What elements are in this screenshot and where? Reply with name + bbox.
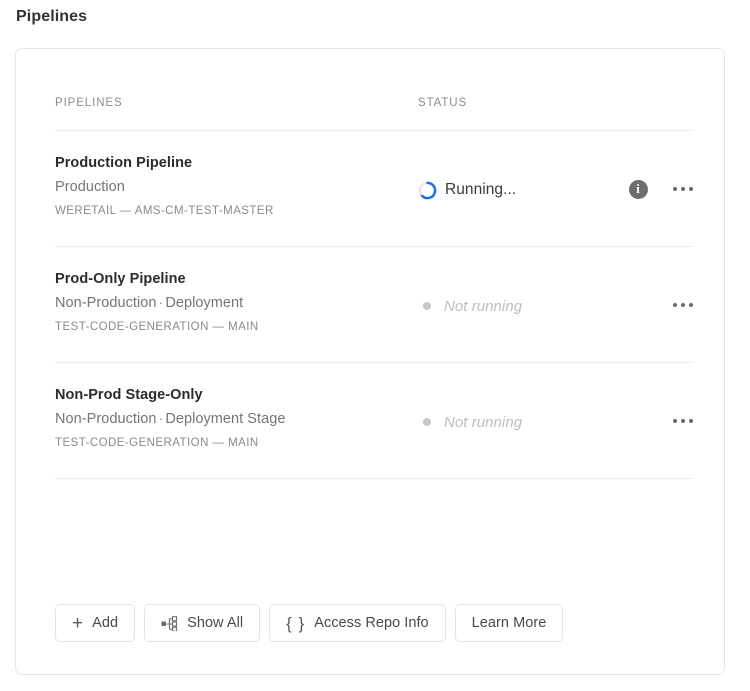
access-repo-info-button[interactable]: { } Access Repo Info	[269, 604, 446, 642]
show-all-button[interactable]: Show All	[144, 604, 261, 642]
status-dot-icon	[423, 302, 431, 310]
curly-braces-icon: { }	[286, 613, 306, 633]
spinner-icon	[418, 181, 437, 199]
pipeline-environment: Non-Production	[55, 295, 157, 311]
status-label: Running...	[445, 181, 517, 198]
table-row[interactable]: Non-Prod Stage-Only Non-Production · Deplo…	[55, 363, 694, 479]
learn-more-button-label: Learn More	[471, 615, 547, 631]
pipeline-subtitle: Non-Production · Deployment Stage	[55, 411, 405, 427]
pipeline-info: Non-Prod Stage-Only Non-Production · Deplo…	[55, 363, 405, 449]
row-actions	[672, 293, 695, 317]
pipeline-repo: WERETAIL — AMS-CM-TEST-MASTER	[55, 205, 274, 217]
subtitle-separator: ·	[158, 411, 164, 427]
pipeline-info: Prod-Only Pipeline Non-Production · Deploy…	[55, 247, 405, 333]
pipeline-subtitle: Non-Production · Deployment	[55, 295, 405, 311]
pipeline-environment: Non-Production	[55, 411, 157, 427]
more-options-icon[interactable]	[672, 415, 695, 428]
pipelines-card: PIPELINES STATUS Production Pipeline Pro…	[15, 48, 725, 675]
pipeline-name: Non-Prod Stage-Only	[55, 387, 203, 403]
pipeline-repo: TEST-CODE-GENERATION — MAIN	[55, 437, 259, 449]
status-dot-icon	[423, 418, 431, 426]
info-icon[interactable]: i	[628, 179, 648, 199]
status-label: Not running	[444, 297, 523, 315]
table-header-row: PIPELINES STATUS	[55, 93, 694, 131]
pipelines-table: PIPELINES STATUS Production Pipeline Pro…	[55, 93, 694, 479]
table-row[interactable]: Prod-Only Pipeline Non-Production · Deploy…	[55, 247, 694, 363]
more-options-icon[interactable]	[672, 183, 695, 196]
add-button[interactable]: + Add	[55, 604, 136, 642]
pipeline-stage: Deployment Stage	[165, 411, 286, 427]
pipeline-info: Production Pipeline Production WERETAIL …	[55, 131, 405, 217]
column-header-status: STATUS	[418, 97, 468, 109]
page-title: Pipelines	[16, 8, 88, 25]
row-actions	[672, 409, 695, 433]
column-header-pipelines: PIPELINES	[55, 97, 123, 109]
pipeline-status: Running...	[418, 178, 516, 202]
table-row[interactable]: Production Pipeline Production WERETAIL …	[55, 131, 694, 247]
show-all-button-label: Show All	[187, 615, 244, 631]
row-actions: i	[628, 177, 695, 201]
more-options-icon[interactable]	[672, 299, 695, 312]
card-footer-actions: + Add Show All { } Access Repo Info Lear…	[55, 604, 564, 642]
access-repo-info-button-label: Access Repo Info	[314, 615, 429, 631]
learn-more-button[interactable]: Learn More	[454, 604, 564, 642]
pipeline-status: Not running	[418, 294, 522, 318]
pipeline-status: Not running	[418, 410, 522, 434]
pipeline-subtitle: Production	[55, 179, 405, 195]
pipeline-name: Prod-Only Pipeline	[55, 271, 186, 287]
plus-icon: +	[72, 612, 84, 634]
add-button-label: Add	[92, 615, 119, 631]
pipeline-name: Production Pipeline	[55, 155, 193, 171]
status-label: Not running	[444, 413, 523, 431]
pipeline-environment: Production	[55, 179, 125, 195]
subtitle-separator: ·	[158, 295, 164, 311]
pipeline-stage: Deployment	[165, 295, 244, 311]
pipeline-repo: TEST-CODE-GENERATION — MAIN	[55, 321, 259, 333]
hierarchy-icon	[161, 615, 178, 631]
